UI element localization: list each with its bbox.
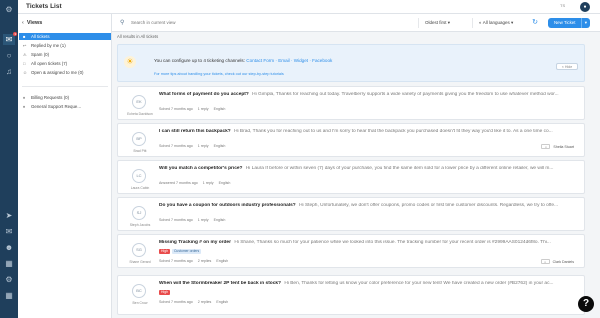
view-all-tickets[interactable]: ■ All tickets (19, 33, 111, 40)
apps-icon[interactable]: ▦ (3, 290, 15, 301)
category-tag[interactable]: Customer orders (171, 249, 202, 254)
page-title: Tickets List (26, 3, 62, 10)
ticket-card[interactable]: SJ Steph Jacobs Do you have a coupon for… (117, 197, 585, 231)
view-general-support[interactable]: ♦ General Support Reque... (19, 103, 111, 110)
ticket-card[interactable]: EK Echeta Davidson What forms of payment… (117, 86, 585, 120)
view-open-assigned[interactable]: ☺ Open & assigned to me (0) (19, 69, 111, 76)
tag-icon: ♦ (23, 95, 26, 100)
chevron-down-icon[interactable]: ▾ (580, 18, 587, 28)
ticket-summary: What forms of payment do you accept? Hi … (159, 92, 559, 97)
ticket-card[interactable]: LC Laura Cabin Will you match a competit… (117, 160, 585, 194)
view-all-open[interactable]: □ All open tickets (7) (19, 60, 111, 67)
assignee[interactable]: ☺ Sheila Stuart (541, 144, 574, 149)
ticket-card[interactable]: SG Shane Gerard Missing Tracking # on my… (117, 234, 585, 268)
info-text: You can configure up to 4 ticketing chan… (154, 58, 333, 63)
info-banner: ☀ You can configure up to 4 ticketing ch… (117, 44, 585, 82)
views-heading: ‹ Views (22, 20, 43, 26)
tickets-icon[interactable]: ✉ 3 (3, 32, 17, 45)
assignee[interactable]: ☺ Clark Daniels (540, 259, 574, 264)
user-icon: ☺ (23, 70, 28, 75)
view-spam[interactable]: ⚠ Spam (0) (19, 51, 111, 58)
tag-icon: ♦ (23, 104, 26, 109)
account-avatar-icon[interactable]: ● (580, 2, 590, 12)
ticket-summary: When will the Stormbreaker 2P tent be ba… (159, 281, 554, 286)
users-icon[interactable]: ☻ (3, 242, 15, 253)
search-icon: ⚲ (120, 20, 125, 26)
channel-links[interactable]: Contact Form · Email · Widget · Facebook (246, 58, 332, 63)
inbox-icon: ■ (23, 34, 26, 39)
assignee-icon: ☺ (540, 259, 550, 264)
results-meta: All results in All tickets (117, 34, 159, 39)
requester-name: Brad Pitt (133, 149, 147, 153)
requester-name: Laura Cabin (130, 186, 150, 190)
views-sidebar: ‹ Views ■ All tickets ↩ Replied by me (1) ⚠… (18, 14, 112, 318)
ticket-summary: I can still return this backpack? Hi Bra… (159, 129, 553, 134)
avatar: SG (132, 243, 146, 257)
tutorial-link[interactable]: For more tips about handling your ticket… (154, 72, 284, 76)
chat-icon[interactable]: ○ (3, 50, 15, 61)
avatar: BC (132, 284, 146, 298)
lightbulb-icon: ☀ (124, 56, 136, 68)
ticket-icon: □ (23, 61, 26, 66)
left-rail: ⚙ ✉ 3 ○ ♫ ➤ ✉ ☻ ▦ ⚙ ▦ (0, 0, 18, 318)
globe-icon: ◐ (479, 20, 482, 25)
avatar: BP (132, 132, 146, 146)
ticket-card[interactable]: BC Ben Crow When will the Stormbreaker 2… (117, 275, 585, 315)
requester-name: Ben Crow (132, 301, 148, 305)
reply-icon: ↩ (23, 43, 27, 48)
ticket-tags: High (159, 290, 172, 296)
ticket-status-line: Solved 7 months ago 1 reply English (159, 218, 226, 222)
notification-badge: 3 (13, 32, 17, 36)
ticket-status-line: Solved 7 months ago 2 replies English (159, 259, 229, 263)
ticket-status-line: Answered 7 months ago 1 reply English (159, 181, 231, 185)
ticket-status-line: Solved 7 months ago 1 reply English (159, 144, 226, 148)
view-billing-requests[interactable]: ♦ Billing Requests (0) (19, 94, 111, 101)
top-bar: Tickets List TS ● (18, 0, 600, 14)
ticket-summary: Do you have a coupon for outdoors indust… (159, 203, 559, 208)
toolbar: ⚲ Oldest first ▾ ◐ All languages ▾ ↻ New… (112, 14, 600, 32)
requester-name: Shane Gerard (129, 260, 151, 264)
new-ticket-button[interactable]: New Ticket ▾ (548, 18, 590, 28)
ticket-summary: Will you match a competitor's price? Hi … (159, 166, 554, 171)
hide-button[interactable]: × Hide (556, 63, 578, 70)
language-dropdown[interactable]: ◐ All languages ▾ (472, 18, 513, 28)
reports-icon[interactable]: ▦ (3, 258, 15, 269)
settings-icon[interactable]: ⚙ (3, 274, 15, 285)
avatar: SJ (132, 206, 146, 220)
view-replied-by-me[interactable]: ↩ Replied by me (1) (19, 42, 111, 49)
collapse-icon[interactable]: ‹ (22, 20, 24, 26)
avatar: LC (132, 169, 146, 183)
assignee-icon: ☺ (541, 144, 551, 149)
help-button[interactable]: ? (578, 296, 594, 312)
priority-tag[interactable]: High (159, 249, 170, 254)
spam-icon: ⚠ (23, 52, 27, 57)
requester-name: Echeta Davidson (127, 112, 153, 116)
priority-tag[interactable]: High (159, 290, 170, 295)
ticket-status-line: Solved 7 months ago 1 reply English (159, 107, 226, 111)
avatar: EK (132, 95, 146, 109)
ticket-summary: Missing Tracking # on my order Hi Shane,… (159, 240, 551, 245)
search-input[interactable] (131, 17, 291, 28)
headset-icon[interactable]: ♫ (3, 66, 15, 77)
user-initials[interactable]: TS (560, 3, 565, 8)
megaphone-icon[interactable]: ✉ (3, 226, 15, 237)
requester-name: Steph Jacobs (129, 223, 151, 227)
rocket-icon[interactable]: ➤ (3, 210, 15, 221)
views-divider (22, 86, 108, 87)
ticket-status-line: Solved 7 months ago 2 replies English (159, 300, 229, 304)
ticket-card[interactable]: BP Brad Pitt I can still return this bac… (117, 123, 585, 157)
refresh-icon[interactable]: ↻ (530, 18, 540, 28)
ticket-tags: High Customer orders (159, 249, 203, 255)
logo-icon[interactable]: ⚙ (3, 4, 15, 15)
sort-dropdown[interactable]: Oldest first ▾ (418, 18, 450, 28)
